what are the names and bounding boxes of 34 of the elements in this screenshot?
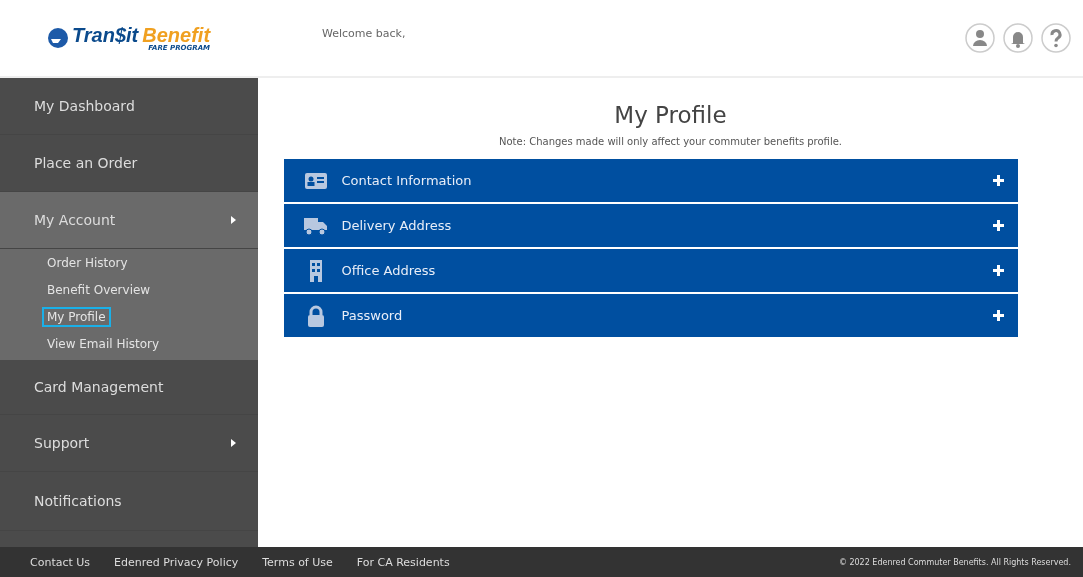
logo-text: Benefit	[142, 24, 211, 45]
accordion-header[interactable]: Contact Information	[283, 159, 1018, 202]
note-text: Note: Changes made will only affect your commuter benefits profile.	[498, 136, 843, 147]
sidebar-item[interactable]: Card Management	[0, 360, 258, 415]
logo-text: Tran$it	[71, 24, 139, 45]
sidebar-subitem[interactable]: Benefit Overview	[42, 280, 156, 300]
sidebar-subitem[interactable]: My Profile	[42, 307, 111, 327]
sidebar-item[interactable]: My Account	[0, 192, 258, 249]
sidebar-item[interactable]: Notifications	[0, 472, 258, 531]
footer-link[interactable]: Contact Us	[30, 555, 91, 569]
user-icon[interactable]	[965, 23, 995, 53]
copyright-text: © 2022 Edenred Commuter Benefits. All Rights Reserved.	[838, 557, 1071, 567]
sidebar-subitem[interactable]: Order History	[42, 253, 133, 273]
sidebar-item[interactable]: My Dashboard	[0, 78, 258, 135]
accordion-header[interactable]: Password	[283, 294, 1018, 337]
plus-icon	[992, 175, 1004, 186]
sidebar-subitem[interactable]: View Email History	[42, 334, 165, 354]
truck-icon	[303, 215, 328, 236]
plus-icon	[992, 265, 1004, 276]
id-card-icon	[304, 171, 327, 190]
help-icon[interactable]	[1041, 23, 1071, 53]
page-title: My Profile	[614, 102, 727, 128]
footer-link[interactable]: Terms of Use	[262, 555, 333, 569]
footer-link[interactable]: Edenred Privacy Policy	[114, 555, 239, 569]
welcome-text: Welcome back,	[322, 26, 407, 40]
plus-icon	[992, 310, 1004, 321]
accordion-header[interactable]: Delivery Address	[283, 204, 1018, 247]
accordion-header[interactable]: Office Address	[283, 249, 1018, 292]
plus-icon	[992, 220, 1004, 231]
caret-icon	[231, 216, 236, 224]
caret-icon	[231, 439, 236, 447]
footer-link[interactable]: For CA Residents	[356, 555, 450, 569]
bell-icon[interactable]	[1003, 23, 1033, 53]
sidebar-item[interactable]: Support	[0, 415, 258, 472]
